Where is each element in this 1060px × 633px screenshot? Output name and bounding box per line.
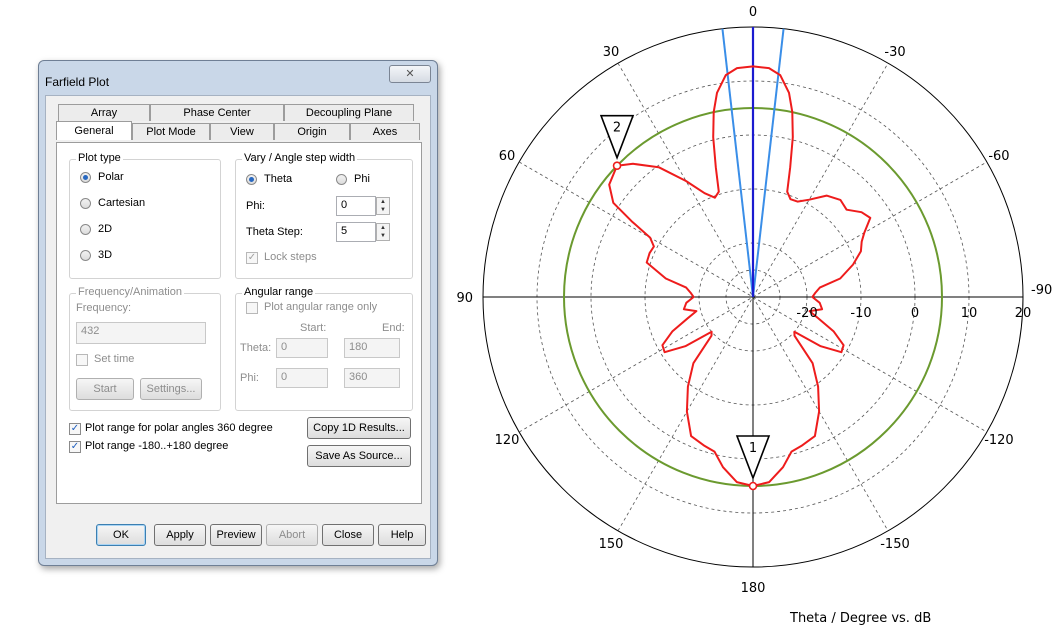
radio-polar[interactable] — [80, 172, 91, 183]
start-column-label: Start: — [300, 322, 327, 334]
phi-range-label: Phi: — [240, 372, 259, 384]
marker-label: 2 — [613, 121, 621, 136]
theta-step-input[interactable]: 5 — [336, 222, 376, 242]
angular-range-title: Angular range — [242, 286, 316, 298]
plot-caption: Theta / Degree vs. dB — [790, 611, 932, 626]
vary-angle-title: Vary / Angle step width — [242, 152, 358, 164]
start-button[interactable]: Start — [76, 378, 134, 400]
phi-spinner[interactable]: ▲ ▼ — [376, 197, 390, 215]
angle-tick-label: 30 — [603, 45, 620, 60]
apply-button[interactable]: Apply — [154, 524, 206, 546]
tab-decoupling-plane[interactable]: Decoupling Plane — [284, 104, 414, 121]
radio-2d-label: 2D — [98, 223, 113, 235]
angle-tick-label: 150 — [599, 537, 624, 552]
copy-1d-results-button[interactable]: Copy 1D Results... — [307, 417, 411, 439]
radial-tick-label: 10 — [961, 306, 978, 321]
set-time-checkbox[interactable] — [76, 354, 88, 366]
dialog-client-area: Array Phase Center Decoupling Plane Gene… — [45, 95, 431, 559]
radio-cartesian-label: Cartesian — [98, 197, 146, 209]
range-180-label: Plot range -180..+180 degree — [85, 440, 229, 452]
angle-tick-label: -150 — [880, 537, 910, 552]
radio-2d[interactable] — [80, 224, 91, 235]
radial-tick-label: 0 — [911, 306, 919, 321]
tab-phase-center[interactable]: Phase Center — [150, 104, 284, 121]
radio-phi-label: Phi — [354, 173, 370, 185]
angle-tick-label: 120 — [495, 433, 520, 448]
radio-cartesian[interactable] — [80, 198, 91, 209]
polar-360-checkbox[interactable]: ✓ — [69, 423, 81, 435]
angle-tick-label: -120 — [984, 433, 1014, 448]
tab-axes[interactable]: Axes — [350, 123, 420, 140]
phi-field-label: Phi: — [246, 200, 265, 212]
tab-plot-mode[interactable]: Plot Mode — [132, 123, 210, 140]
save-as-source-button[interactable]: Save As Source... — [307, 445, 411, 467]
theta-end-input[interactable]: 180 — [344, 338, 400, 358]
radio-polar-label: Polar — [98, 171, 124, 183]
radio-phi[interactable] — [336, 174, 347, 185]
angular-range-group: Angular range Plot angular range only St… — [235, 286, 413, 411]
angle-tick-label: 180 — [741, 581, 766, 596]
frequency-title: Frequency/Animation — [76, 286, 184, 298]
farfield-pattern-curve — [608, 65, 872, 487]
lock-steps-checkbox[interactable]: ✓ — [246, 252, 258, 264]
theta-step-label: Theta Step: — [246, 226, 303, 238]
tab-general[interactable]: General — [56, 121, 132, 140]
frequency-group: Frequency/Animation Frequency: 432 Set t… — [69, 286, 221, 411]
radio-3d[interactable] — [80, 250, 91, 261]
angle-tick-label: -60 — [988, 149, 1009, 164]
theta-start-input[interactable]: 0 — [276, 338, 328, 358]
ok-button[interactable]: OK — [96, 524, 146, 546]
tab-origin[interactable]: Origin — [274, 123, 350, 140]
general-tab-panel: Plot type Polar Cartesian 2D 3D Vary / A… — [56, 142, 422, 504]
frequency-input[interactable]: 432 — [76, 322, 206, 344]
theta-step-spinner[interactable]: ▲ ▼ — [376, 223, 390, 241]
farfield-polar-plot: 0306090120150180-150-120-90-60-30-20 -10 0… — [456, 5, 1052, 596]
angle-tick-label: -30 — [884, 45, 905, 60]
close-icon[interactable]: ✕ — [389, 65, 431, 83]
lock-steps-label: Lock steps — [264, 251, 317, 263]
phi-input[interactable]: 0 — [336, 196, 376, 216]
set-time-label: Set time — [94, 353, 135, 365]
plot-type-title: Plot type — [76, 152, 123, 164]
theta-range-label: Theta: — [240, 342, 272, 354]
angle-tick-label: 90 — [456, 291, 473, 306]
radio-theta-label: Theta — [264, 173, 293, 185]
radial-tick-label: 20 — [1015, 306, 1032, 321]
range-180-checkbox[interactable]: ✓ — [69, 441, 81, 453]
abort-button[interactable]: Abort — [266, 524, 318, 546]
frequency-label: Frequency: — [76, 302, 132, 314]
tab-view[interactable]: View — [210, 123, 274, 140]
end-column-label: End: — [382, 322, 405, 334]
close-button[interactable]: Close — [322, 524, 374, 546]
vary-angle-group: Vary / Angle step width Theta Phi Phi: 0… — [235, 152, 413, 279]
angular-range-checkbox[interactable] — [246, 302, 258, 314]
phi-start-input[interactable]: 0 — [276, 368, 328, 388]
marker-point — [748, 481, 758, 491]
radio-3d-label: 3D — [98, 249, 113, 261]
polar-360-label: Plot range for polar angles 360 degree — [85, 422, 273, 434]
angle-tick-label: -90 — [1031, 283, 1052, 298]
preview-button[interactable]: Preview — [210, 524, 262, 546]
phi-end-input[interactable]: 360 — [344, 368, 400, 388]
farfield-plot-dialog: Farfield Plot ✕ Array Phase Center Decou… — [38, 60, 438, 566]
marker-point — [612, 161, 622, 171]
angular-range-only-label: Plot angular range only — [264, 301, 378, 313]
angle-tick-label: 0 — [749, 5, 757, 20]
settings-button[interactable]: Settings... — [140, 378, 202, 400]
dialog-titlebar[interactable]: Farfield Plot ✕ — [39, 61, 437, 95]
angle-tick-label: 60 — [499, 149, 516, 164]
radial-tick-label: -20 — [796, 306, 817, 321]
plot-type-group: Plot type Polar Cartesian 2D 3D — [69, 152, 221, 279]
help-button[interactable]: Help — [378, 524, 426, 546]
dialog-title: Farfield Plot — [45, 75, 110, 89]
radio-theta[interactable] — [246, 174, 257, 185]
tab-array[interactable]: Array — [58, 104, 150, 121]
radial-tick-label: -10 — [850, 306, 871, 321]
marker-label: 1 — [749, 441, 757, 456]
